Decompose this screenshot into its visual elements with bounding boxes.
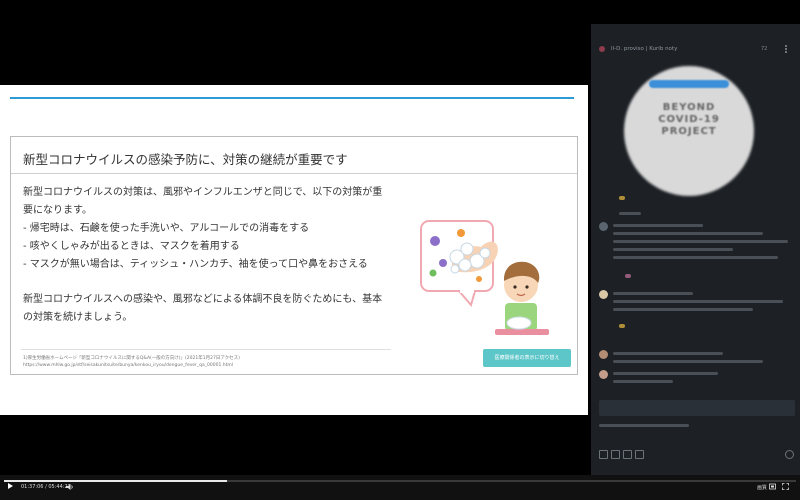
play-icon[interactable] [8, 483, 13, 489]
pin-icon[interactable] [598, 45, 606, 53]
chat-panel: Il-D. proviso | Kurib noty 72 BEYOND COV… [591, 24, 800, 475]
chat-message [613, 372, 718, 375]
card-title: 新型コロナウイルスの感染予防に、対策の継続が重要です [11, 137, 577, 174]
footnote-source: 1)厚生労働省ホームページ「新型コロナウイルスに関するQ&A(一般の方向け)」(… [23, 356, 240, 361]
progress-bar[interactable] [4, 480, 796, 482]
footnote: 1)厚生労働省ホームページ「新型コロナウイルスに関するQ&A(一般の方向け)」(… [23, 355, 353, 369]
avatar [599, 290, 608, 299]
gift-icon[interactable] [611, 450, 620, 459]
content-card: 新型コロナウイルスの感染予防に、対策の継続が重要です 新型コロナウイルスの対策は… [10, 136, 578, 375]
slide-header-rule [10, 97, 574, 99]
banner-line: COVID-19 [658, 114, 720, 125]
body-line: の対策を続けましょう。 [23, 312, 133, 323]
send-icon[interactable] [785, 450, 794, 459]
banner-line: BEYOND [662, 102, 716, 113]
chat-message [613, 360, 763, 363]
reaction-icon[interactable] [619, 324, 625, 328]
card-body: 新型コロナウイルスの対策は、風邪やインフルエンザと同じで、以下の対策が重 要にな… [23, 184, 393, 327]
more-options-icon[interactable] [781, 44, 791, 54]
mention-icon[interactable] [635, 450, 644, 459]
handwashing-illustration-icon [420, 220, 549, 335]
chat-message [613, 308, 753, 311]
theater-mode-icon[interactable] [769, 483, 776, 490]
body-line: - マスクが無い場合は、ティッシュ・ハンカチ、袖を使って口や鼻をおさえる [23, 259, 368, 270]
chat-hint [599, 424, 689, 427]
avatar [599, 222, 608, 231]
quality-label[interactable]: 画質 [757, 484, 767, 491]
switch-to-medical-view-button[interactable]: 医療関係者の表示に切り替え [483, 349, 571, 367]
banner-tag [649, 80, 729, 88]
progress-fill [4, 480, 228, 482]
body-line: - 帰宅時は、石鹸を使った手洗いや、アルコールでの消毒をする [23, 223, 310, 234]
footnote-url: https://www.mhlw.go.jp/stf/seisakunitsui… [23, 363, 234, 368]
fullscreen-icon[interactable] [782, 483, 789, 490]
volume-icon[interactable] [66, 483, 74, 491]
banner-line: PROJECT [661, 126, 717, 137]
chat-meta [619, 212, 641, 215]
player-controls: 01:37:06 / 05:44:27 画質 [0, 475, 800, 500]
video-area[interactable]: 新型コロナウイルスの感染予防に、対策の継続が重要です 新型コロナウイルスの対策は… [0, 0, 588, 475]
body-line: 新型コロナウイルスへの感染や、風邪などによる体調不良を防ぐためにも、基本 [23, 294, 383, 305]
chat-message [613, 300, 783, 303]
chat-message [613, 256, 778, 259]
chat-input[interactable] [599, 400, 795, 416]
banner-text: BEYOND COVID-19 PROJECT [631, 102, 747, 138]
footnote-divider [21, 349, 391, 350]
body-line: 要になります。 [23, 205, 92, 216]
chat-title: Il-D. proviso | Kurib noty [611, 46, 678, 52]
chat-message [613, 292, 693, 295]
emoji-icon[interactable] [599, 450, 608, 459]
chat-message [613, 352, 723, 355]
body-line: 新型コロナウイルスの対策は、風邪やインフルエンザと同じで、以下の対策が重 [23, 187, 383, 198]
chat-message [613, 224, 703, 227]
chat-toolbar [599, 450, 795, 462]
body-line-blank [23, 274, 393, 291]
avatar [599, 350, 608, 359]
chat-message [613, 240, 788, 243]
image-icon[interactable] [623, 450, 632, 459]
chat-message [613, 248, 733, 251]
avatar [599, 370, 608, 379]
viewer-count: 72 [761, 46, 768, 52]
chat-message [613, 380, 673, 383]
slide: 新型コロナウイルスの感染予防に、対策の継続が重要です 新型コロナウイルスの対策は… [0, 85, 588, 415]
body-line: - 咳やくしゃみが出るときは、マスクを着用する [23, 241, 240, 252]
reaction-icon[interactable] [625, 274, 631, 278]
reaction-icon[interactable] [619, 196, 625, 200]
timecode: 01:37:06 / 05:44:27 [21, 484, 71, 490]
current-time: 01:37:06 [21, 484, 44, 490]
chat-message [613, 232, 763, 235]
